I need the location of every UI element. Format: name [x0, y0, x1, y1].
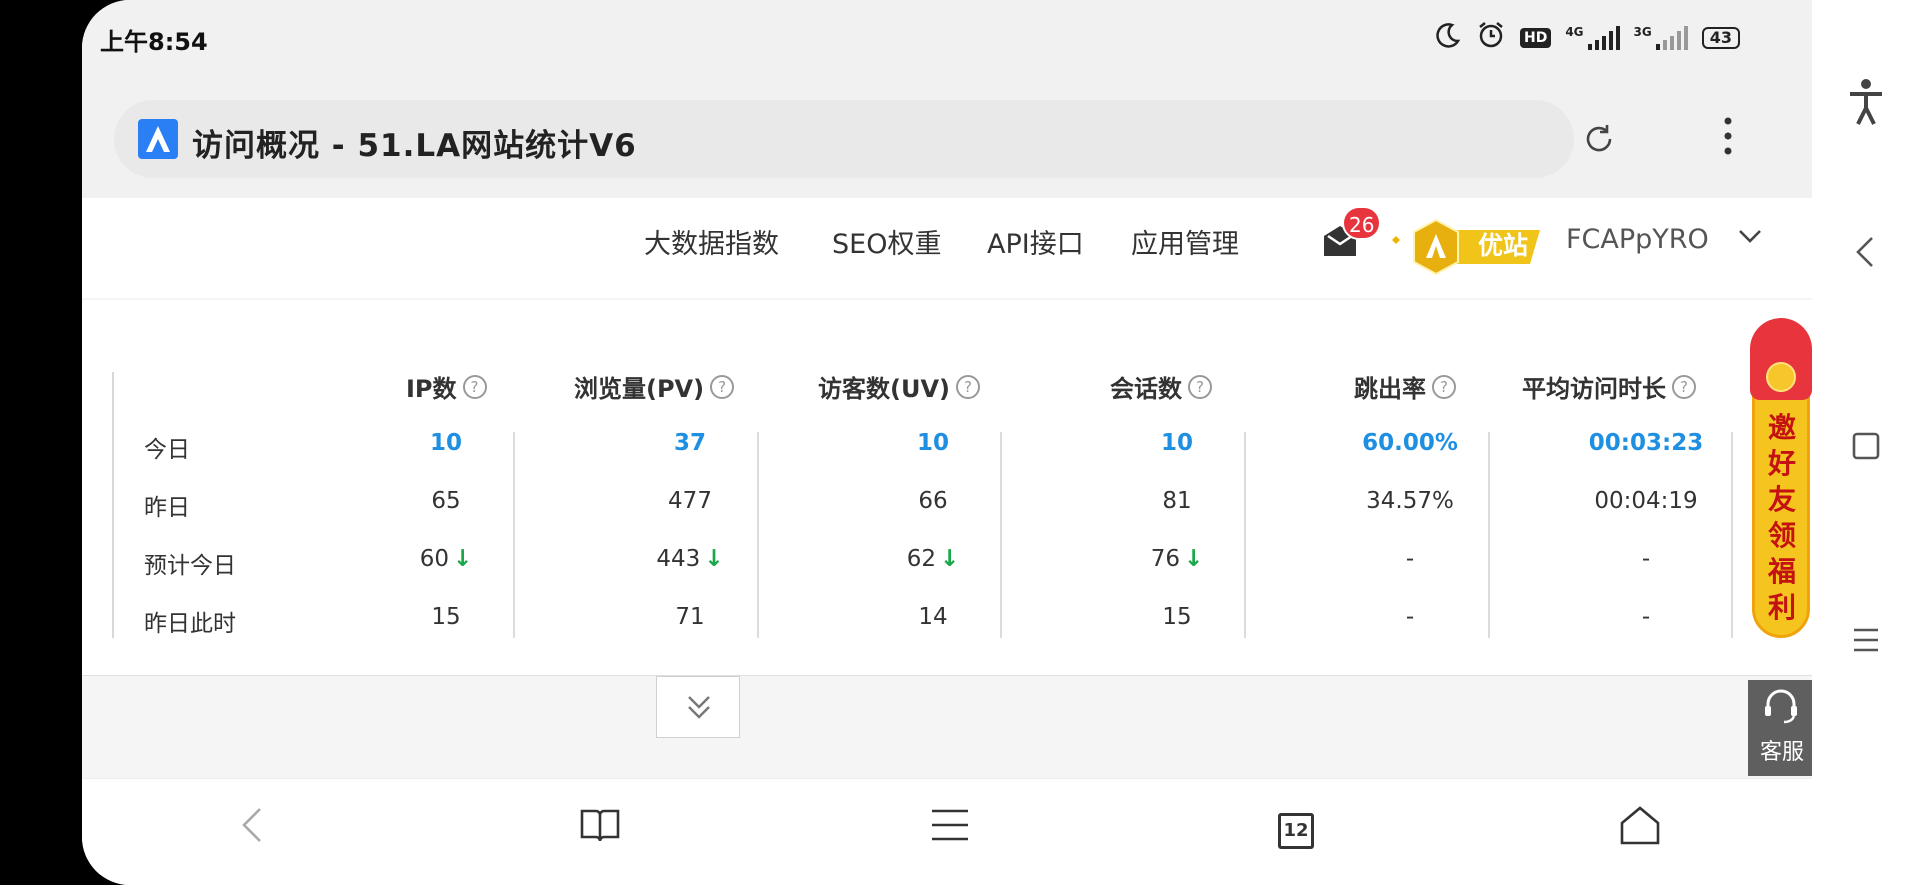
header-uv: 访客数(UV)?: [818, 369, 980, 404]
signal-4g-icon: 4G: [1565, 24, 1620, 50]
help-icon[interactable]: ?: [1188, 374, 1212, 399]
net-3g-label: 3G: [1633, 24, 1652, 39]
panel-border: [112, 372, 114, 638]
header-uv-label: 访客数(UV): [818, 375, 950, 403]
tabs-button[interactable]: 12: [1278, 813, 1314, 849]
cell-yesterday-sessions: 81: [1162, 488, 1192, 514]
cell-forecast-ip-value: 60: [419, 546, 449, 572]
header-ip-label: IP数: [406, 375, 457, 403]
cell-ysame-bounce: -: [1405, 604, 1415, 630]
username[interactable]: FCAPpYRO: [1566, 224, 1709, 255]
cell-forecast-pv-value: 443: [656, 546, 701, 572]
arrow-down-icon: ↓: [704, 546, 724, 572]
arrow-down-icon: ↓: [940, 546, 960, 572]
cell-yesterday-uv: 66: [918, 488, 948, 514]
home-icon[interactable]: [1618, 803, 1662, 847]
hd-icon: HD: [1519, 27, 1552, 48]
mail-badge: 26: [1342, 206, 1382, 240]
row-label-yesterday: 昨日: [144, 495, 190, 521]
cell-yesterday-duration: 00:04:19: [1594, 488, 1698, 514]
header-sessions: 会话数?: [1110, 369, 1212, 404]
menu-icon[interactable]: [928, 803, 972, 847]
cell-ysame-duration: -: [1641, 604, 1651, 630]
nav-recents-icon[interactable]: [1846, 426, 1886, 466]
browser-toolbar: 访问概况 - 51.LA网站统计V6: [82, 80, 1812, 198]
cell-forecast-ip: 60 ↓: [376, 546, 516, 572]
arrow-down-icon: ↓: [1184, 546, 1204, 572]
cell-forecast-duration: -: [1641, 546, 1651, 572]
battery-icon: 43: [1701, 26, 1740, 49]
nav-item-api[interactable]: API接口: [987, 222, 1084, 261]
header-bounce-label: 跳出率: [1354, 375, 1426, 403]
net-4g-label: 4G: [1565, 24, 1584, 39]
cell-forecast-pv: 443 ↓: [620, 546, 760, 572]
header-avg-duration: 平均访问时长?: [1522, 369, 1696, 404]
help-icon[interactable]: ?: [462, 374, 487, 399]
cell-today-ip[interactable]: 10: [376, 430, 516, 456]
cell-yesterday-ip: 65: [431, 488, 461, 514]
status-icons: HD 4G 3G 43: [1434, 20, 1740, 55]
reload-icon[interactable]: [1582, 122, 1616, 156]
header-pv: 浏览量(PV)?: [574, 369, 735, 404]
chevron-down-icon[interactable]: [1737, 226, 1763, 246]
nav-item-seo[interactable]: SEO权重: [832, 222, 941, 261]
site-nav: 大数据指数 SEO权重 API接口 应用管理 26 优站 FCAPpYRO: [82, 198, 1812, 298]
row-label-yesterday-same-time: 昨日此时: [144, 611, 236, 637]
cell-today-duration[interactable]: 00:03:23: [1566, 430, 1726, 456]
cell-ysame-pv: 71: [675, 604, 705, 630]
cell-yesterday-bounce: 34.57%: [1366, 488, 1454, 514]
moon-icon: [1434, 21, 1462, 54]
cell-forecast-sessions-value: 76: [1150, 546, 1180, 572]
expand-button[interactable]: [656, 676, 740, 738]
status-bar: 上午8:54 HD 4G 3G 43: [82, 0, 1812, 80]
nav-back-icon[interactable]: [1846, 232, 1886, 272]
cell-today-pv[interactable]: 37: [620, 430, 760, 456]
cell-yesterday-pv: 477: [668, 488, 712, 514]
cell-today-sessions[interactable]: 10: [1107, 430, 1247, 456]
help-icon[interactable]: ?: [710, 374, 735, 399]
row-label-today: 今日: [144, 437, 190, 463]
phone-screen: 上午8:54 HD 4G 3G 43 访问概况 - 51.LA网站统计V6 大数…: [82, 0, 1812, 885]
header-ip: IP数?: [406, 369, 487, 404]
headset-icon: [1765, 689, 1797, 724]
cell-ysame-sessions: 15: [1162, 604, 1192, 630]
cell-today-uv[interactable]: 10: [863, 430, 1003, 456]
header-sessions-label: 会话数: [1110, 375, 1182, 403]
cell-ysame-ip: 15: [431, 604, 461, 630]
row-label-forecast: 预计今日: [144, 553, 236, 579]
nav-item-apps[interactable]: 应用管理: [1131, 222, 1239, 261]
cell-forecast-bounce: -: [1405, 546, 1415, 572]
accessibility-icon[interactable]: [1846, 78, 1886, 125]
cell-forecast-uv: 62 ↓: [863, 546, 1003, 572]
customer-service-label[interactable]: 客服: [1760, 734, 1804, 766]
column-divider: [1731, 432, 1733, 638]
help-icon[interactable]: ?: [956, 374, 980, 399]
system-nav-bar: [1812, 0, 1920, 885]
bookmarks-icon[interactable]: [578, 803, 622, 847]
page-title[interactable]: 访问概况 - 51.LA网站统计V6: [192, 120, 637, 165]
cell-ysame-uv: 14: [918, 604, 948, 630]
signal-3g-icon: 3G: [1633, 24, 1688, 50]
site-favicon-icon: [138, 119, 178, 159]
header-avg-duration-label: 平均访问时长: [1522, 375, 1666, 403]
help-icon[interactable]: ?: [1432, 374, 1456, 399]
more-menu-icon[interactable]: [1722, 116, 1734, 156]
help-icon[interactable]: ?: [1672, 374, 1696, 399]
coin-icon: [1766, 362, 1796, 392]
alarm-icon: [1476, 20, 1506, 55]
status-time: 上午8:54: [100, 28, 208, 56]
cell-today-bounce[interactable]: 60.00%: [1330, 430, 1490, 456]
browser-bottom-bar: 12: [82, 778, 1812, 885]
panel-divider: [82, 675, 1812, 676]
header-bounce: 跳出率?: [1354, 369, 1456, 404]
back-icon[interactable]: [232, 803, 276, 847]
cell-forecast-uv-value: 62: [906, 546, 936, 572]
cell-forecast-sessions: 76 ↓: [1107, 546, 1247, 572]
vip-label: 优站: [1478, 231, 1529, 260]
invite-promo-text[interactable]: 邀好友领福利: [1762, 410, 1802, 626]
nav-menu-icon[interactable]: [1846, 620, 1886, 660]
arrow-down-icon: ↓: [453, 546, 473, 572]
header-pv-label: 浏览量(PV): [574, 375, 705, 403]
nav-item-bigdata[interactable]: 大数据指数: [644, 222, 779, 261]
